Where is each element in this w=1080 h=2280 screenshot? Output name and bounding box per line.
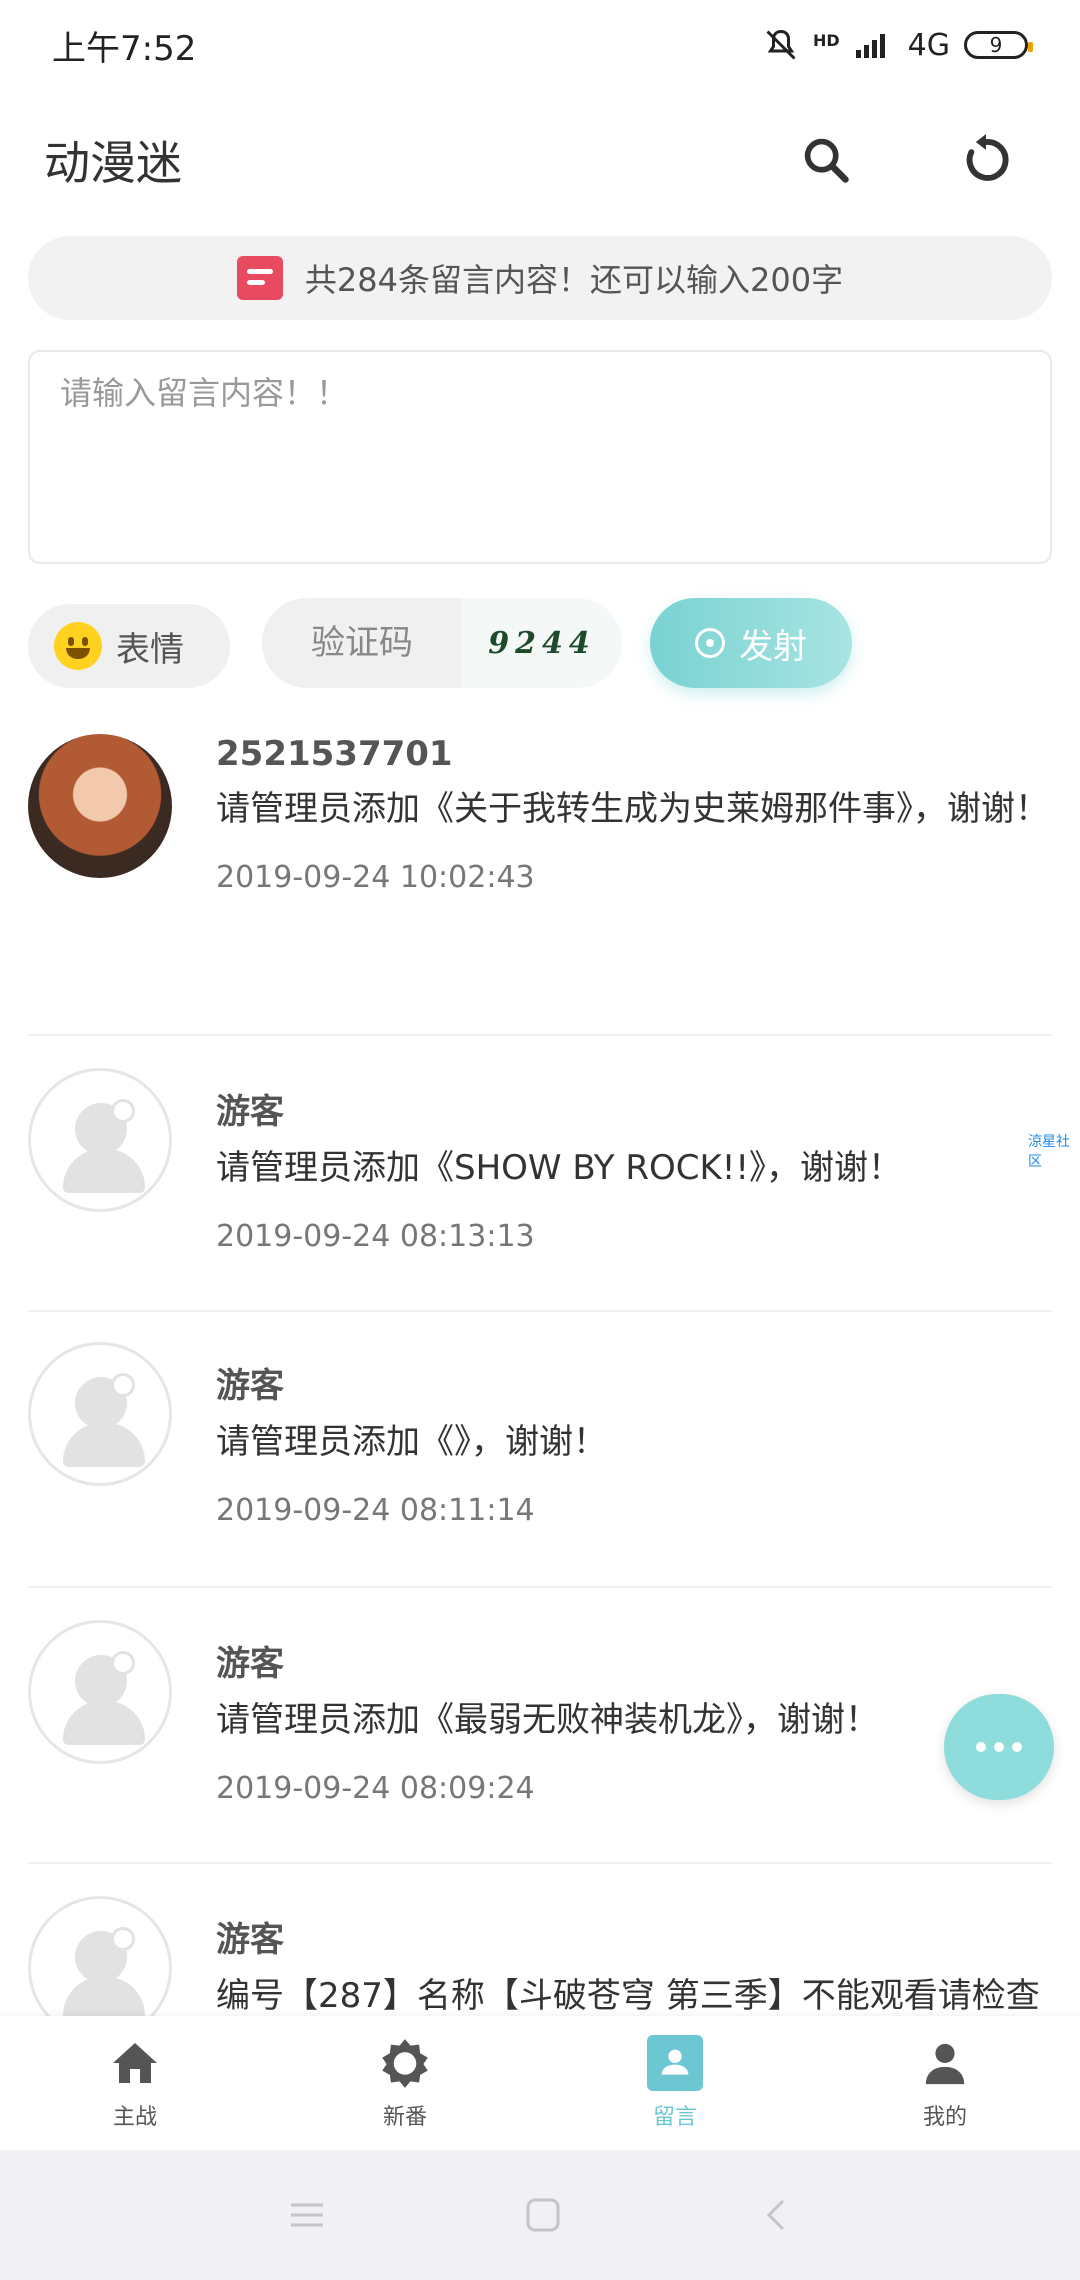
mute-bell-icon bbox=[766, 29, 796, 60]
comment-item: 游客 编号【287】名称【斗破苍穹 第三季】不能观看请检查 bbox=[28, 1864, 1052, 2018]
app-actions bbox=[796, 130, 1036, 190]
comment-text: 请管理员添加《SHOW BY ROCK!!》，谢谢！ bbox=[216, 1148, 903, 1188]
network-type: 4G bbox=[907, 27, 950, 63]
notice-bar: 共284条留言内容！还可以输入200字 bbox=[28, 236, 1052, 320]
nav-label: 主战 bbox=[112, 2105, 157, 2130]
send-label: 发射 bbox=[739, 627, 807, 666]
gear-icon bbox=[382, 2039, 428, 2088]
nav-label: 我的 bbox=[922, 2105, 967, 2130]
comment-text: 请管理员添加《最弱无败神装机龙》，谢谢！ bbox=[216, 1700, 879, 1740]
comment-user: 游客 bbox=[216, 1644, 284, 1684]
battery-icon: 9 bbox=[964, 31, 1033, 59]
nav-item-messages[interactable]: 留言 bbox=[540, 2016, 810, 2150]
page-title: 动漫迷 bbox=[44, 136, 182, 190]
send-button[interactable]: 发射 bbox=[650, 598, 852, 688]
captcha-input[interactable] bbox=[262, 598, 462, 688]
nav-item-new[interactable]: 新番 bbox=[270, 2016, 540, 2150]
more-fab[interactable] bbox=[944, 1694, 1054, 1800]
comment-text: 编号【287】名称【斗破苍穹 第三季】不能观看请检查 bbox=[216, 1976, 1040, 2016]
avatar[interactable] bbox=[28, 1342, 172, 1486]
comment-list[interactable]: 2521537701 请管理员添加《关于我转生成为史莱姆那件事》，谢谢！ 201… bbox=[0, 718, 1080, 2018]
smile-icon bbox=[54, 622, 102, 670]
battery-level: 9 bbox=[989, 33, 1003, 57]
app-bar: 动漫迷 bbox=[0, 100, 1080, 220]
status-bar: 上午7:52 HD 4G 9 bbox=[0, 0, 1080, 90]
home-icon bbox=[113, 2043, 157, 2083]
person-icon bbox=[925, 2043, 965, 2085]
message-icon bbox=[236, 256, 283, 300]
emoji-label: 表情 bbox=[116, 629, 184, 670]
status-time: 上午7:52 bbox=[52, 28, 197, 69]
comment-text: 请管理员添加《》，谢谢！ bbox=[216, 1422, 607, 1462]
refresh-button[interactable] bbox=[956, 130, 1016, 190]
signal-icon bbox=[855, 34, 885, 58]
comment-item: 游客 请管理员添加《最弱无败神装机龙》，谢谢！ 2019-09-24 08:09… bbox=[28, 1588, 1052, 1864]
back-icon[interactable] bbox=[761, 2197, 791, 2233]
avatar[interactable] bbox=[28, 734, 172, 878]
refresh-icon bbox=[966, 134, 1009, 181]
message-input[interactable] bbox=[28, 350, 1052, 564]
captcha-text: 9244 bbox=[488, 625, 596, 661]
notice-text: 共284条留言内容！还可以输入200字 bbox=[304, 261, 844, 299]
nav-item-home[interactable]: 主战 bbox=[0, 2016, 270, 2150]
target-icon bbox=[695, 628, 725, 658]
avatar[interactable] bbox=[28, 1896, 172, 2018]
nav-label: 留言 bbox=[652, 2105, 697, 2130]
search-icon bbox=[804, 138, 849, 183]
hd-label: HD bbox=[812, 31, 840, 50]
message-icon bbox=[661, 2049, 689, 2075]
comment-user: 游客 bbox=[216, 1366, 284, 1406]
nav-label: 新番 bbox=[382, 2105, 427, 2130]
captcha-image[interactable]: 9244 bbox=[462, 598, 622, 688]
status-icons: HD 4G 9 bbox=[763, 27, 1033, 63]
avatar[interactable] bbox=[28, 1068, 172, 1212]
emoji-button[interactable]: 表情 bbox=[28, 604, 230, 688]
comment-time: 2019-09-24 10:02:43 bbox=[216, 860, 535, 895]
comment-item: 2521537701 请管理员添加《关于我转生成为史莱姆那件事》，谢谢！ 201… bbox=[28, 718, 1052, 1036]
comment-time: 2019-09-24 08:09:24 bbox=[216, 1771, 535, 1806]
bottom-nav: 主战 新番 留言 我的 bbox=[0, 2016, 1080, 2150]
comment-user: 2521537701 bbox=[216, 734, 453, 774]
comment-text: 请管理员添加《关于我转生成为史莱姆那件事》，谢谢！ bbox=[216, 789, 1049, 829]
composer-actions: 表情 9244 发射 bbox=[0, 598, 1080, 688]
comment-time: 2019-09-24 08:11:14 bbox=[216, 1493, 535, 1528]
system-nav bbox=[0, 2150, 1080, 2280]
comment-user: 游客 bbox=[216, 1092, 284, 1132]
comment-item: 游客 请管理员添加《SHOW BY ROCK!!》，谢谢！ 2019-09-24… bbox=[28, 1036, 1052, 1312]
comment-time: 2019-09-24 08:13:13 bbox=[216, 1219, 535, 1254]
nav-item-mine[interactable]: 我的 bbox=[810, 2016, 1080, 2150]
comment-item: 游客 请管理员添加《》，谢谢！ 2019-09-24 08:11:14 bbox=[28, 1312, 1052, 1588]
search-button[interactable] bbox=[796, 130, 856, 190]
menu-icon[interactable] bbox=[289, 2200, 325, 2230]
comment-user: 游客 bbox=[216, 1920, 284, 1960]
captcha-group: 9244 bbox=[262, 598, 622, 688]
more-dots-icon bbox=[976, 1742, 986, 1752]
home-square-icon[interactable] bbox=[525, 2197, 561, 2233]
side-watermark: 涼星社区 bbox=[1028, 1134, 1070, 1170]
avatar[interactable] bbox=[28, 1620, 172, 1764]
